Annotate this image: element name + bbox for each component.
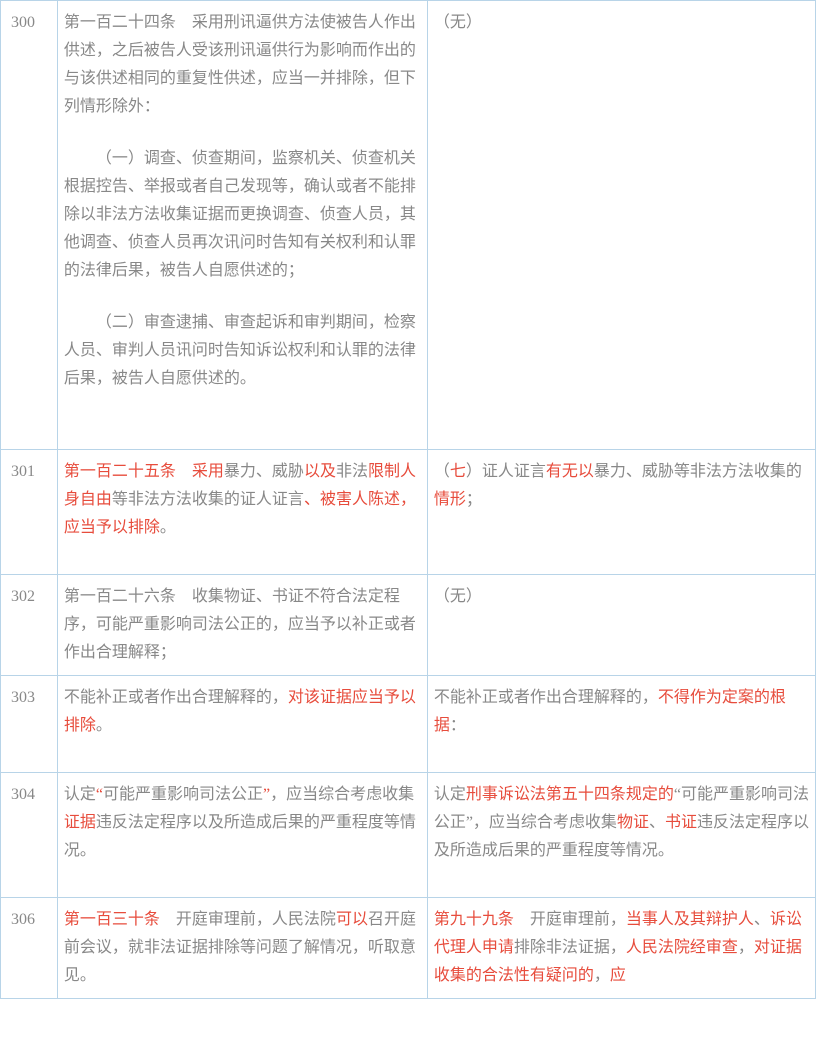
text: 暴力、威胁等非法方法收集的 [594,463,802,480]
text-highlight: 应 [610,967,626,984]
text: （无） [434,588,482,605]
text-highlight: 当事人及其辩护人 [626,911,754,928]
text: 认定 [434,786,466,803]
paragraph: （二）审查逮捕、审查起诉和审判期间，检察人员、审判人员讯问时告知诉讼权利和认罪的… [64,309,421,393]
text-highlight: 第九十九条 [434,911,514,928]
spacer [64,740,421,764]
text-highlight: 人民法院经审查 [626,939,738,956]
table-row: 300 第一百二十四条 采用刑讯逼供方法使被告人作出供述，之后被告人受该刑讯逼供… [1,1,816,450]
text: 第一百二十四条 采用刑讯逼供方法使被告人作出供述，之后被告人受该刑讯逼供行为影响… [64,14,416,115]
spacer [64,285,421,309]
text: ： [450,717,466,734]
text: ）证人证言 [466,463,546,480]
row-number-text: 303 [11,689,35,706]
text: （一）调查、侦查期间，监察机关、侦查机关根据控告、举报或者自己发现等，确认或者不… [64,150,416,279]
row-number: 306 [1,898,58,999]
row-number: 303 [1,676,58,773]
comparison-table: 300 第一百二十四条 采用刑讯逼供方法使被告人作出供述，之后被告人受该刑讯逼供… [0,0,816,999]
row-number: 300 [1,1,58,450]
table-row: 302 第一百二十六条 收集物证、书证不符合法定程序，可能严重影响司法公正的，应… [1,575,816,676]
spacer [64,393,421,417]
text-highlight: 刑事诉讼法第五十四条规定的 [466,786,674,803]
right-cell: （七）证人证言有无以暴力、威胁等非法方法收集的情形； [427,450,815,575]
text-highlight: 第一百三十条 [64,911,160,928]
left-cell: 认定“可能严重影响司法公正”，应当综合考虑收集证据违反法定程序以及所造成后果的严… [57,773,427,898]
text: ； [466,491,482,508]
text: 第一百二十六条 收集物证、书证不符合法定程序，可能严重影响司法公正的，应当予以补… [64,588,416,661]
text: 可能严重影响司法公正 [103,786,263,803]
right-cell: 不能补正或者作出合理解释的，不得作为定案的根据： [427,676,815,773]
row-number: 302 [1,575,58,676]
text: （无） [434,14,482,31]
right-cell: 认定刑事诉讼法第五十四条规定的“可能严重影响司法公正”，应当综合考虑收集物证、书… [427,773,815,898]
row-number-text: 301 [11,463,35,480]
text: 不能补正或者作出合理解释的， [64,689,288,706]
row-number-text: 304 [11,786,35,803]
text: 、 [754,911,770,928]
text: 暴力、威胁 [224,463,304,480]
paragraph: （一）调查、侦查期间，监察机关、侦查机关根据控告、举报或者自己发现等，确认或者不… [64,145,421,285]
row-number-text: 300 [11,14,35,31]
spacer [64,865,421,889]
text-highlight: 有无以 [546,463,594,480]
spacer [64,121,421,145]
text-highlight: 以及 [304,463,336,480]
text: 等非法方法收集的证人证言 [112,491,304,508]
text: 不能补正或者作出合理解释的， [434,689,658,706]
text-highlight: 第一百二十五条 采用 [64,463,224,480]
text-highlight: 可以 [336,911,368,928]
table-row: 306 第一百三十条 开庭审理前，人民法院可以召开庭前会议，就非法证据排除等问题… [1,898,816,999]
row-number: 301 [1,450,58,575]
left-cell: 第一百二十四条 采用刑讯逼供方法使被告人作出供述，之后被告人受该刑讯逼供行为影响… [57,1,427,450]
text-highlight: “ [96,786,103,803]
text: 、 [649,814,665,831]
text: 开庭审理前， [514,911,626,928]
text-highlight: 情形 [434,491,466,508]
spacer [64,417,421,441]
text: 。 [160,519,176,536]
text: ， [738,939,754,956]
left-cell: 第一百三十条 开庭审理前，人民法院可以召开庭前会议，就非法证据排除等问题了解情况… [57,898,427,999]
text-highlight: 证据 [64,814,96,831]
text: ，应当综合考虑收集 [270,786,414,803]
right-cell: 第九十九条 开庭审理前，当事人及其辩护人、诉讼代理人申请排除非法证据，人民法院经… [427,898,815,999]
right-cell: （无） [427,575,815,676]
table-row: 303 不能补正或者作出合理解释的，对该证据应当予以排除。 不能补正或者作出合理… [1,676,816,773]
text: ， [594,967,610,984]
text: 违反法定程序以及所造成后果的严重程度等情况。 [64,814,416,859]
left-cell: 不能补正或者作出合理解释的，对该证据应当予以排除。 [57,676,427,773]
left-cell: 第一百二十五条 采用暴力、威胁以及非法限制人身自由等非法方法收集的证人证言、被害… [57,450,427,575]
text: 排除非法证据， [514,939,626,956]
row-number-text: 306 [11,911,35,928]
text-highlight: 书证 [665,814,697,831]
text: （二）审查逮捕、审查起诉和审判期间，检察人员、审判人员讯问时告知诉讼权利和认罪的… [64,314,416,387]
paragraph: 第一百二十四条 采用刑讯逼供方法使被告人作出供述，之后被告人受该刑讯逼供行为影响… [64,9,421,121]
text: 。 [96,717,112,734]
right-cell: （无） [427,1,815,450]
text: 认定 [64,786,96,803]
left-cell: 第一百二十六条 收集物证、书证不符合法定程序，可能严重影响司法公正的，应当予以补… [57,575,427,676]
spacer [64,542,421,566]
text-highlight: 物证 [617,814,649,831]
row-number-text: 302 [11,588,35,605]
text: （ [434,463,450,480]
table-row: 304 认定“可能严重影响司法公正”，应当综合考虑收集证据违反法定程序以及所造成… [1,773,816,898]
row-number: 304 [1,773,58,898]
table-row: 301 第一百二十五条 采用暴力、威胁以及非法限制人身自由等非法方法收集的证人证… [1,450,816,575]
text: 非法 [336,463,368,480]
text-highlight: 七 [450,463,466,480]
text: 开庭审理前，人民法院 [160,911,336,928]
